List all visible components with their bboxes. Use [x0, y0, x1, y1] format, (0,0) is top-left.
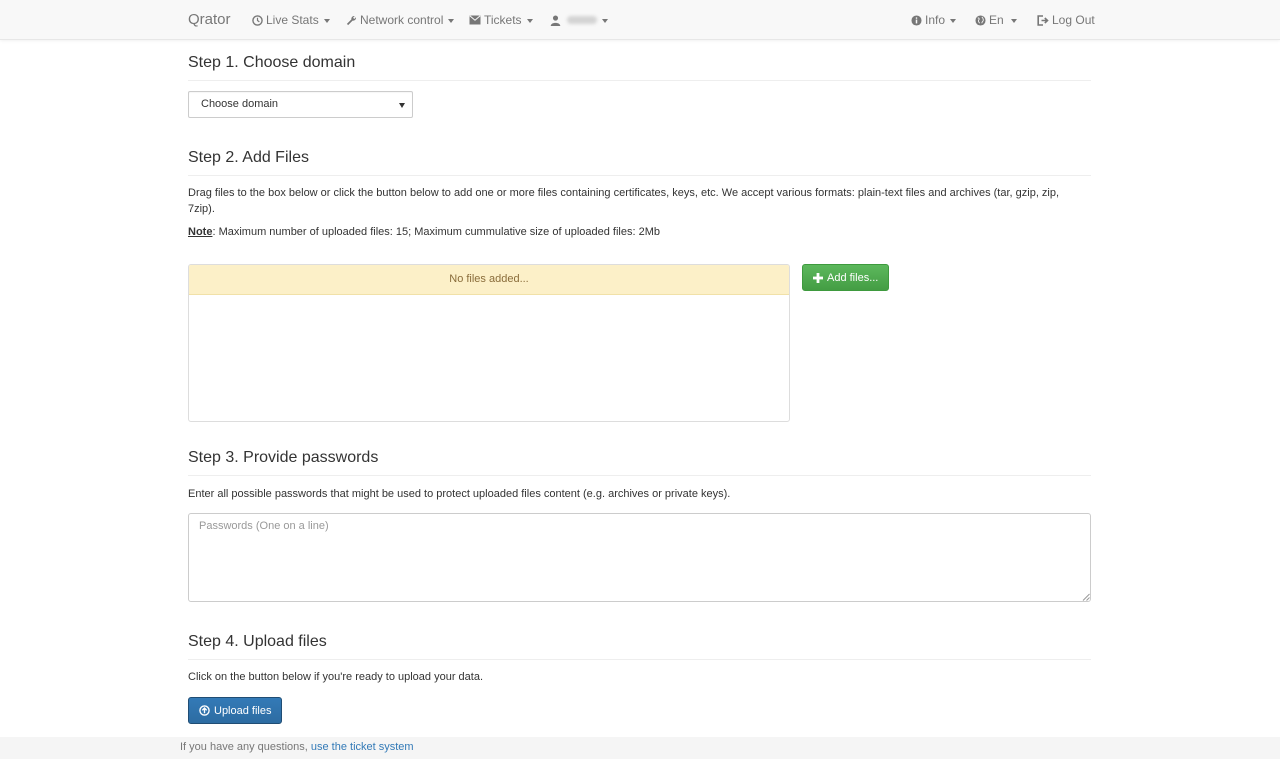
step2-description: Drag files to the box below or click the… — [188, 187, 1060, 215]
footer-question-text: If you have any questions, — [180, 741, 311, 753]
file-dropzone[interactable]: No files added... — [188, 264, 790, 422]
caret-down-icon — [448, 18, 455, 23]
step2-note: Note: Maximum number of uploaded files: … — [188, 224, 1088, 240]
select-caret-icon — [399, 103, 405, 108]
step4-heading: Step 4. Upload files — [188, 632, 1091, 660]
clock-icon — [252, 14, 263, 26]
nav-tickets-label: Tickets — [484, 13, 522, 27]
nav-logout[interactable]: Log Out — [1037, 12, 1095, 28]
nav-tickets[interactable]: Tickets — [469, 12, 533, 28]
caret-down-icon — [1010, 18, 1017, 23]
domain-select[interactable]: Choose domain — [188, 91, 413, 118]
step3-description: Enter all possible passwords that might … — [188, 488, 731, 500]
upload-files-button[interactable]: Upload files — [188, 697, 283, 724]
page-footer: If you have any questions, use the ticke… — [0, 737, 1280, 759]
add-files-button[interactable]: Add files... — [802, 264, 890, 291]
resize-grip-icon[interactable] — [1082, 593, 1090, 601]
envelope-icon — [469, 15, 481, 25]
caret-down-icon — [323, 18, 330, 23]
step1-heading: Step 1. Choose domain — [188, 53, 1091, 81]
nav-info-label: Info — [925, 13, 946, 27]
step4-description: Click on the button below if you're read… — [188, 671, 484, 683]
passwords-textarea[interactable] — [188, 513, 1091, 602]
domain-select-value: Choose domain — [201, 98, 279, 110]
nav-language-label: En — [989, 13, 1004, 27]
nav-live-stats-label: Live Stats — [266, 13, 319, 27]
nav-live-stats[interactable]: Live Stats — [252, 12, 330, 28]
user-icon — [550, 14, 561, 26]
info-circle-icon — [911, 14, 922, 26]
ticket-system-link[interactable]: use the ticket system — [311, 741, 414, 753]
step2-heading: Step 2. Add Files — [188, 148, 1091, 176]
caret-down-icon — [602, 18, 608, 23]
caret-down-icon — [526, 18, 533, 23]
plus-icon — [813, 272, 823, 283]
nav-info[interactable]: Info — [911, 12, 957, 28]
nav-logout-label: Log Out — [1052, 13, 1095, 27]
wrench-icon — [346, 15, 356, 25]
no-files-banner: No files added... — [189, 265, 789, 295]
upload-files-label: Upload files — [214, 704, 272, 717]
footer-text: If you have any questions, use the ticke… — [180, 739, 414, 755]
nav-network-control-label: Network control — [360, 13, 444, 27]
nav-network-control[interactable]: Network control — [346, 12, 455, 28]
top-navbar: Qrator Live Stats Network control Ticket… — [0, 0, 1280, 40]
note-label: Note — [188, 226, 213, 238]
globe-icon — [975, 14, 986, 26]
caret-down-icon — [950, 18, 957, 23]
log-out-icon — [1037, 14, 1049, 26]
circle-arrow-up-icon — [199, 705, 210, 716]
add-files-label: Add files... — [827, 271, 879, 284]
nav-user-menu[interactable] — [550, 12, 608, 28]
note-text: : Maximum number of uploaded files: 15; … — [212, 226, 660, 238]
nav-language[interactable]: En — [975, 12, 1017, 28]
brand-logo[interactable]: Qrator — [188, 11, 231, 28]
step3-heading: Step 3. Provide passwords — [188, 448, 1091, 476]
username-redacted — [567, 16, 597, 24]
